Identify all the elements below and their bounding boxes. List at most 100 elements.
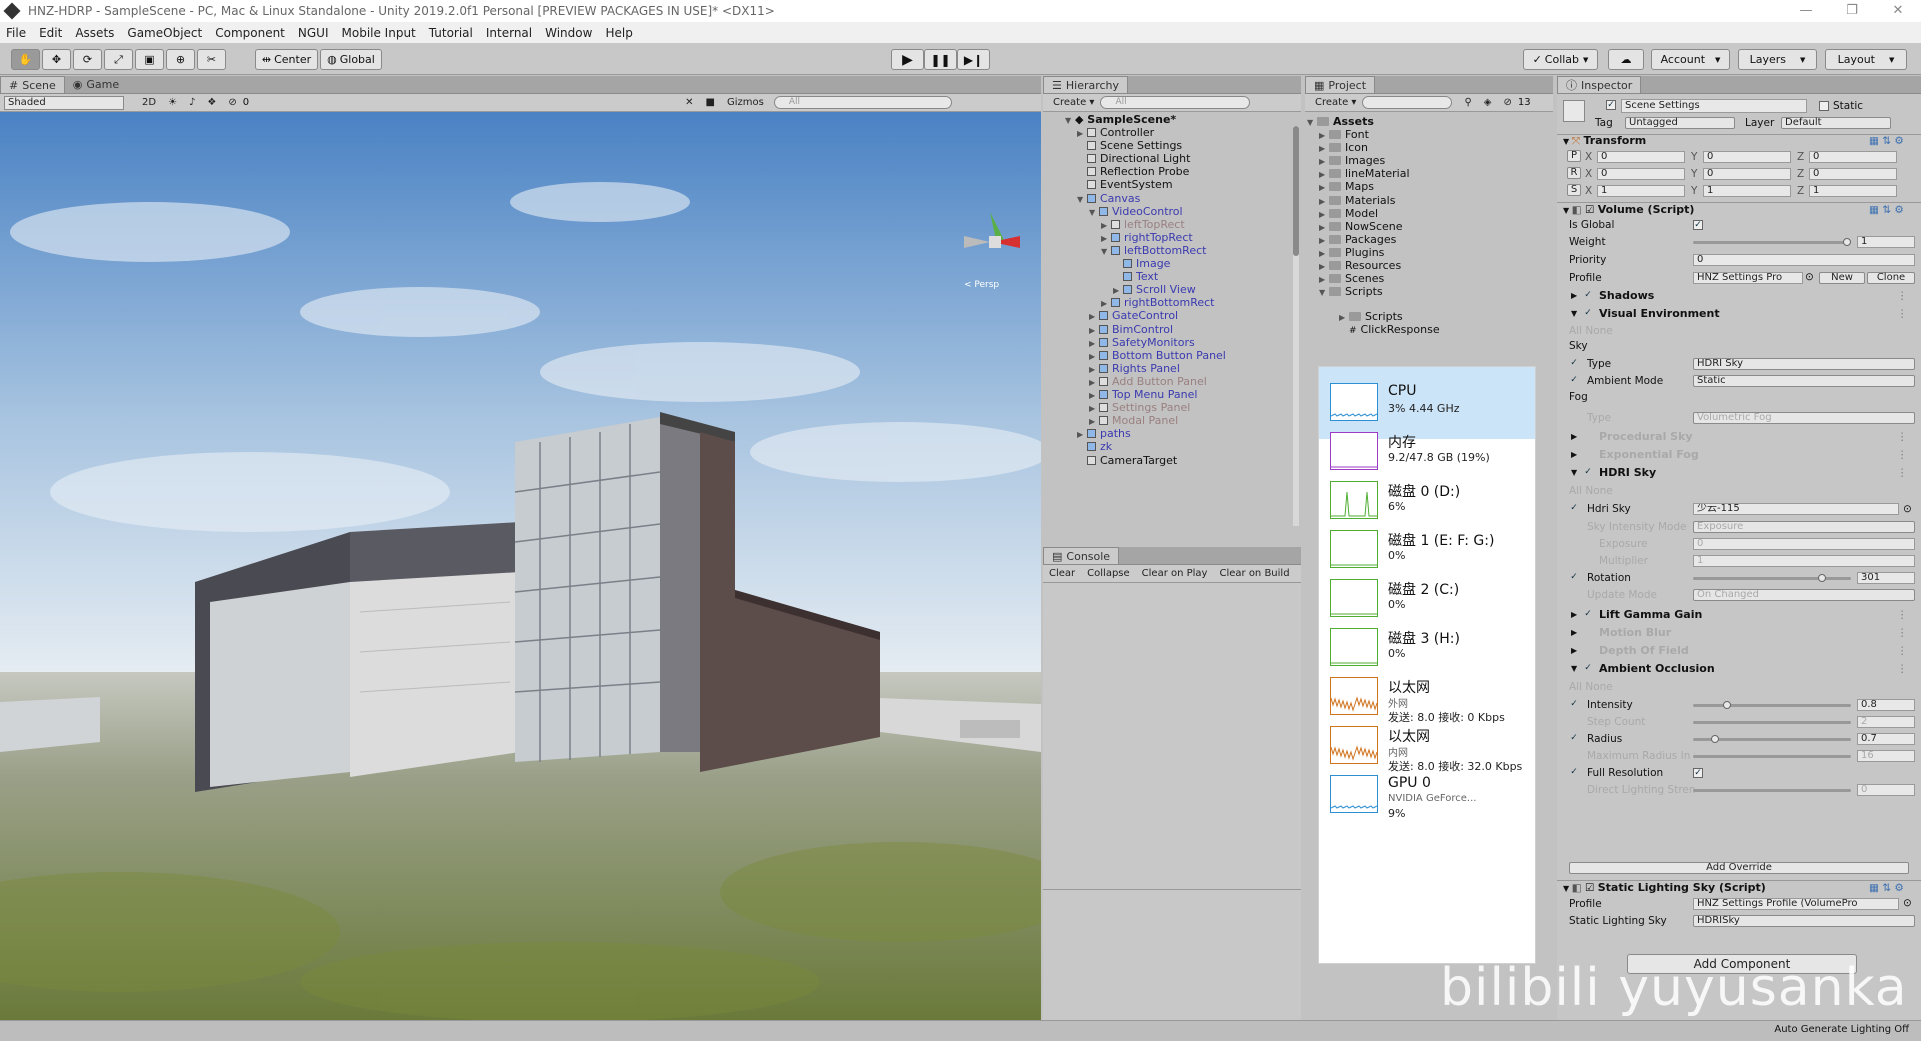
expand-arrow-icon[interactable]: ▶ <box>1089 415 1099 428</box>
filter-label-icon[interactable]: ◈ <box>1478 96 1498 110</box>
expand-arrow-icon[interactable]: ▶ <box>1319 129 1329 142</box>
override-enabled-checkbox[interactable] <box>1583 628 1593 638</box>
component-menu-icon[interactable]: ▦ ⇅ ⚙ <box>1869 881 1921 895</box>
assets-root-row[interactable]: ▼ Assets <box>1307 115 1374 128</box>
volume-header[interactable]: ▼ ◧ ☑ Volume (Script) <box>1563 203 1921 217</box>
project-folder-row[interactable]: ▶ lineMaterial <box>1319 167 1410 180</box>
expand-arrow-icon[interactable]: ▶ <box>1319 221 1329 234</box>
override-section-title[interactable]: HDRI Sky <box>1599 466 1859 480</box>
expand-arrow-icon[interactable]: ▶ <box>1089 402 1099 415</box>
expand-arrow-icon[interactable]: ▶ <box>1319 181 1329 194</box>
custom-tool-icon[interactable]: ✂ <box>197 49 226 70</box>
override-section-title[interactable]: Visual Environment <box>1599 307 1859 321</box>
effects-toggle-icon[interactable]: ❖ <box>201 96 222 110</box>
override-checkbox[interactable]: ✓ <box>1569 359 1579 369</box>
hierarchy-item[interactable]: ▶ BimControl <box>1089 323 1173 336</box>
project-folder-row[interactable]: ▶ Model <box>1319 207 1378 220</box>
component-help-icon[interactable]: ▦ ⇅ ⚙ <box>1869 134 1921 148</box>
hierarchy-item[interactable]: Scene Settings <box>1077 139 1182 152</box>
menu-gameobject[interactable]: GameObject <box>127 26 202 40</box>
scene-root-row[interactable]: ▼ ◆ SampleScene* <box>1065 113 1176 126</box>
expand-arrow-icon[interactable]: ▶ <box>1319 208 1329 221</box>
override-checkbox[interactable] <box>1569 717 1579 727</box>
menu-help[interactable]: Help <box>605 26 632 40</box>
section-menu-icon[interactable]: ⋮ <box>1897 644 1917 658</box>
hand-tool-icon[interactable]: ✋ <box>11 49 40 70</box>
expand-arrow-icon[interactable]: ▶ <box>1319 142 1329 155</box>
expand-arrow-icon[interactable]: ▶ <box>1089 376 1099 389</box>
override-enabled-checkbox[interactable] <box>1583 646 1593 656</box>
project-folder-row[interactable]: ▶ Images <box>1319 154 1385 167</box>
add-override-button[interactable]: Add Override <box>1569 862 1909 874</box>
priority-field[interactable]: 0 <box>1693 254 1915 266</box>
profile-field[interactable]: HNZ Settings Pro <box>1693 272 1803 284</box>
property-field[interactable]: Static <box>1693 375 1915 387</box>
transform-scale-field[interactable]: 1 <box>1597 185 1685 197</box>
profile-new-button[interactable]: New <box>1819 272 1865 284</box>
layers-button[interactable]: Layers ▼ <box>1738 49 1817 70</box>
override-section-title[interactable]: Lift Gamma Gain <box>1599 608 1859 622</box>
object-picker-icon[interactable]: ⊙ <box>1903 502 1915 516</box>
hierarchy-item[interactable]: ▶ paths <box>1077 427 1131 440</box>
property-value-field[interactable]: 301 <box>1857 572 1915 584</box>
hierarchy-item[interactable]: ▶ GateControl <box>1089 309 1178 322</box>
expand-arrow-icon[interactable]: ▶ <box>1319 195 1329 208</box>
hierarchy-item[interactable]: Image <box>1113 257 1170 270</box>
weight-slider-knob[interactable] <box>1843 238 1851 246</box>
property-slider[interactable] <box>1693 577 1851 580</box>
override-section-title[interactable]: Exponential Fog <box>1599 448 1859 462</box>
minimize-icon[interactable]: — <box>1783 0 1829 22</box>
gizmos-dropdown[interactable]: Gizmos <box>721 96 770 110</box>
expand-arrow-icon[interactable]: ▶ <box>1319 247 1329 260</box>
static-sky-dropdown[interactable]: HDRISky <box>1693 915 1915 927</box>
object-picker-icon[interactable]: ⊙ <box>1903 896 1921 910</box>
perf-item[interactable]: 磁盘 2 (C:) 0% <box>1330 579 1496 627</box>
project-folder-row[interactable]: ▶ NowScene <box>1319 220 1403 233</box>
audio-toggle-icon[interactable]: ♪ <box>183 96 201 110</box>
project-folder-row[interactable]: ▶ Resources <box>1319 259 1401 272</box>
tab-game[interactable]: ◉ Game <box>65 76 127 93</box>
move-tool-icon[interactable]: ✥ <box>42 49 71 70</box>
static-profile-field[interactable]: HNZ Settings Profile (VolumePro <box>1693 898 1899 910</box>
profile-clone-button[interactable]: Clone <box>1867 272 1915 284</box>
override-enabled-checkbox[interactable]: ✓ <box>1583 291 1593 301</box>
override-checkbox[interactable]: ✓ <box>1569 768 1579 778</box>
project-folder-row[interactable]: ▶ Font <box>1319 128 1369 141</box>
filter-type-icon[interactable]: ⚲ <box>1458 96 1477 110</box>
maximize-icon[interactable]: ❐ <box>1829 0 1875 22</box>
section-menu-icon[interactable]: ⋮ <box>1897 430 1917 444</box>
hierarchy-item[interactable]: Text <box>1113 270 1158 283</box>
scene-search-input[interactable]: All <box>773 96 952 109</box>
static-sky-header[interactable]: ▼ ◧ ☑ Static Lighting Sky (Script) <box>1563 881 1921 895</box>
override-enabled-checkbox[interactable]: ✓ <box>1583 664 1593 674</box>
menu-file[interactable]: File <box>6 26 26 40</box>
expand-arrow-icon[interactable]: ▶ <box>1113 284 1123 297</box>
is-global-checkbox[interactable]: ✓ <box>1693 220 1703 230</box>
property-value-field[interactable]: 0.8 <box>1857 699 1915 711</box>
override-checkbox[interactable]: ✓ <box>1569 573 1579 583</box>
transform-pos-field[interactable]: 0 <box>1809 151 1897 163</box>
layer-dropdown[interactable]: Default <box>1781 117 1891 129</box>
2d-toggle[interactable]: 2D <box>136 96 162 110</box>
account-button[interactable]: Account ▼ <box>1651 49 1730 70</box>
rect-tool-icon[interactable]: ▣ <box>135 49 164 70</box>
expand-arrow-icon[interactable]: ▶ <box>1089 389 1099 402</box>
hierarchy-item[interactable]: ▶ Controller <box>1077 126 1154 139</box>
hierarchy-item[interactable]: ▶ Top Menu Panel <box>1089 388 1197 401</box>
property-value-field[interactable]: 2 <box>1857 716 1915 728</box>
project-script-row[interactable]: # ClickResponse <box>1349 323 1440 336</box>
menu-tutorial[interactable]: Tutorial <box>429 26 473 40</box>
expand-arrow-icon[interactable]: ▶ <box>1077 428 1087 441</box>
tag-dropdown[interactable]: Untagged <box>1625 117 1735 129</box>
expand-arrow-icon[interactable]: ▶ <box>1101 219 1111 232</box>
hierarchy-item[interactable]: ▶ Add Button Panel <box>1089 375 1207 388</box>
scrollbar-thumb[interactable] <box>1293 126 1299 256</box>
section-menu-icon[interactable]: ⋮ <box>1897 626 1917 640</box>
collapse-arrow-icon[interactable]: ▼ <box>1089 206 1099 219</box>
section-menu-icon[interactable]: ⋮ <box>1897 466 1917 480</box>
static-sky-enabled-checkbox[interactable]: ☑ <box>1585 882 1598 894</box>
project-folder-row[interactable]: ▶ Maps <box>1319 180 1374 193</box>
property-field[interactable]: Volumetric Fog <box>1693 412 1915 424</box>
transform-rot-field[interactable]: 0 <box>1597 168 1685 180</box>
override-section-title[interactable]: Ambient Occlusion <box>1599 662 1859 676</box>
